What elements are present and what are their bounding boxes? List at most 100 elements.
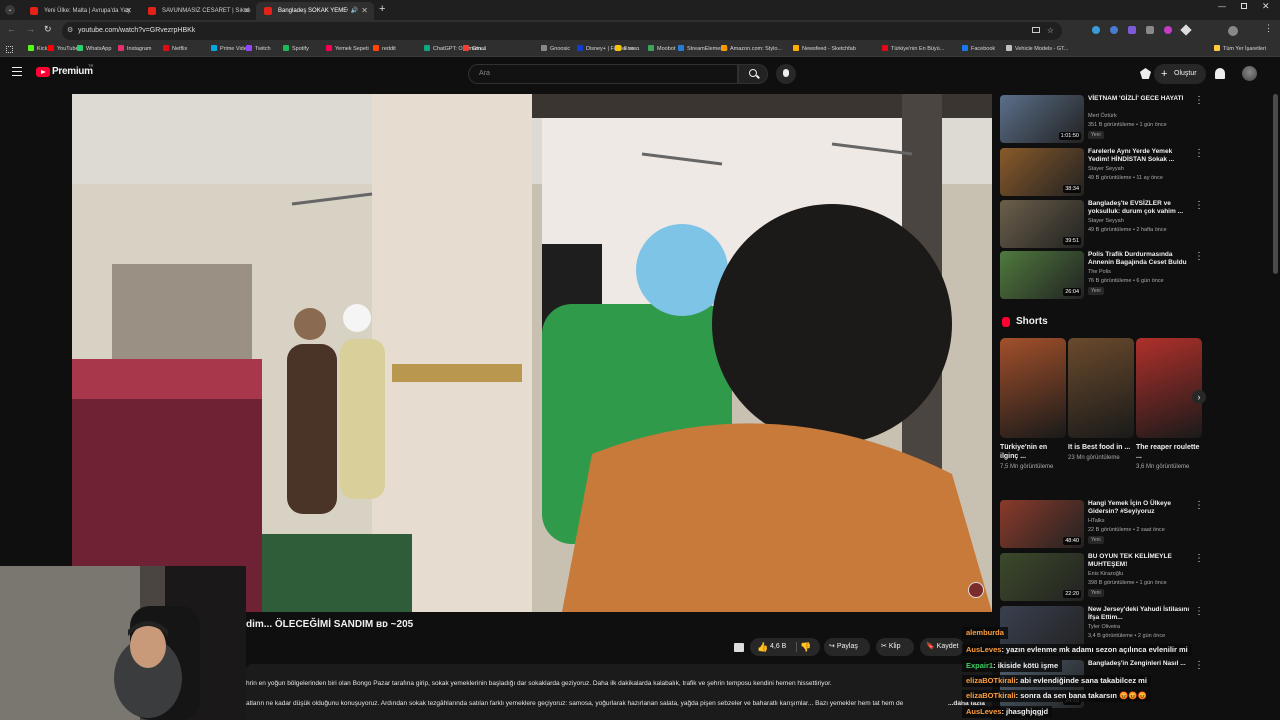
- short-item[interactable]: Türkiye'nin en ilginç ... 7,5 Mn görüntül…: [1000, 338, 1066, 471]
- close-tab-icon[interactable]: ✕: [125, 2, 132, 20]
- reload-icon[interactable]: ↻: [44, 24, 52, 35]
- more-actions-icon[interactable]: ⋮: [1194, 606, 1204, 617]
- extension-icon[interactable]: [1128, 26, 1136, 34]
- create-button[interactable]: + Oluştur: [1154, 64, 1206, 84]
- bookmark-item[interactable]: Moobot: [648, 45, 675, 52]
- channel-name[interactable]: Tyler Oliveira: [1088, 624, 1120, 630]
- video-title[interactable]: Bangladeş'te EVSİZLER ve yoksulluk: duru…: [1088, 200, 1192, 216]
- tab-savunmasiz[interactable]: SAVUNMASIZ CESARET | Sıkıdı ✕: [140, 2, 256, 20]
- cast-to-tv-icon[interactable]: [1140, 68, 1151, 79]
- recommended-video[interactable]: 26:04 Polis Trafik Durdurmasında Annenin …: [1000, 251, 1250, 299]
- tab-bangladesh[interactable]: Bangladeş SOKAK YEMEĞİ 🔊 ✕: [256, 2, 374, 20]
- browser-menu-icon[interactable]: ⋮: [1264, 23, 1273, 34]
- recommended-video[interactable]: 1:01:50 VİETNAM 'GİZLİ' GECE HAYATI Mert Ö…: [1000, 95, 1250, 143]
- video-thumbnail[interactable]: 1:01:50: [1000, 95, 1084, 143]
- video-title[interactable]: Hangi Yemek İçin O Ülkeye Gidersin? #Sey…: [1088, 500, 1192, 516]
- like-button[interactable]: 👍 4,6 B: [750, 638, 795, 656]
- bookmark-item[interactable]: Exxen: [615, 45, 639, 52]
- more-actions-icon[interactable]: ⋮: [1194, 251, 1204, 262]
- bookmark-item[interactable]: reddit: [373, 45, 396, 52]
- save-button[interactable]: 🔖 Kaydet: [920, 638, 964, 656]
- video-thumbnail[interactable]: 22:20: [1000, 553, 1084, 601]
- more-actions-icon[interactable]: ⋮: [1194, 500, 1204, 511]
- audio-playing-icon[interactable]: 🔊: [351, 2, 358, 20]
- bookmark-item[interactable]: Twitch: [246, 45, 271, 52]
- bookmark-item[interactable]: Kick: [28, 45, 47, 52]
- short-title[interactable]: Türkiye'nin en ilginç ...: [1000, 443, 1066, 461]
- bookmark-item[interactable]: Amazon.com: Stylo...: [721, 45, 782, 52]
- more-actions-icon[interactable]: ⋮: [1194, 660, 1204, 671]
- forward-icon[interactable]: →: [26, 24, 35, 34]
- extension-icon[interactable]: [1180, 24, 1192, 36]
- apps-icon[interactable]: [6, 46, 13, 53]
- bookmark-item[interactable]: WhatsApp: [77, 45, 111, 52]
- dislike-button[interactable]: 👎: [800, 638, 811, 656]
- bookmark-item[interactable]: Vehicle Models - GT...: [1006, 45, 1069, 52]
- tab-malta[interactable]: Yeni Ülke: Malta | Avrupa'da Yaş ✕: [22, 2, 138, 20]
- video-thumbnail[interactable]: 38:34: [1000, 148, 1084, 196]
- cast-icon[interactable]: [1032, 27, 1040, 33]
- search-button[interactable]: [738, 64, 768, 84]
- voice-search-button[interactable]: [776, 64, 796, 84]
- bookmark-item[interactable]: Spotify: [283, 45, 309, 52]
- video-thumbnail[interactable]: 48:40: [1000, 500, 1084, 548]
- bookmark-item[interactable]: Tüm Yer İşaretleri: [1214, 45, 1266, 52]
- profile-icon[interactable]: [1228, 26, 1238, 36]
- back-icon[interactable]: ←: [7, 24, 16, 34]
- more-actions-icon[interactable]: ⋮: [1194, 95, 1204, 106]
- more-actions-icon[interactable]: ⋮: [1194, 200, 1204, 211]
- close-tab-icon[interactable]: ✕: [361, 2, 368, 20]
- scrollbar-thumb[interactable]: [1273, 94, 1278, 274]
- channel-name[interactable]: The Polis: [1088, 269, 1111, 275]
- video-thumbnail[interactable]: 39:51: [1000, 200, 1084, 248]
- maximize-icon[interactable]: [1241, 3, 1247, 9]
- url-bar[interactable]: ⚙ youtube.com/watch?v=GRvezrpHBKk ☆: [62, 22, 1062, 40]
- share-button[interactable]: ↪ Paylaş: [824, 638, 870, 656]
- gift-icon[interactable]: [734, 643, 744, 652]
- close-window-icon[interactable]: ✕: [1262, 1, 1270, 12]
- video-title[interactable]: Polis Trafik Durdurmasında Annenin Bagaj…: [1088, 251, 1192, 267]
- channel-name[interactable]: Mert Öztürk: [1088, 113, 1117, 119]
- bookmark-item[interactable]: Türkiye'nin En Büyü...: [882, 45, 944, 52]
- bookmark-item[interactable]: YouTube: [48, 45, 79, 52]
- bookmark-item[interactable]: Netflix: [163, 45, 187, 52]
- more-actions-icon[interactable]: ⋮: [1194, 148, 1204, 159]
- notifications-bell-icon[interactable]: [1215, 68, 1225, 79]
- bookmark-item[interactable]: Newsfeed - Sketchfab: [793, 45, 856, 52]
- bookmark-item[interactable]: Yemek Sepeti: [326, 45, 369, 52]
- video-thumbnail[interactable]: 26:04: [1000, 251, 1084, 299]
- short-title[interactable]: It is Best food in ...: [1068, 443, 1134, 452]
- short-thumbnail[interactable]: [1000, 338, 1066, 438]
- video-title[interactable]: New Jersey'deki Yahudi İstilasını İfşa E…: [1088, 606, 1192, 622]
- short-item[interactable]: It is Best food in ... 23 Mn görüntüleme: [1068, 338, 1134, 462]
- bookmark-item[interactable]: Facebook: [962, 45, 995, 52]
- extension-icon[interactable]: [1164, 26, 1172, 34]
- search-input[interactable]: Ara: [468, 64, 738, 84]
- bookmark-item[interactable]: Gmail: [463, 45, 486, 52]
- recommended-video[interactable]: 22:20 BU OYUN TEK KELİMEYLE MUHTEŞEM! Enis…: [1000, 553, 1250, 601]
- recommended-video[interactable]: 38:34 Farelerle Aynı Yerde Yemek Yedim! H…: [1000, 148, 1250, 196]
- channel-name[interactable]: Enis Kirazoğlu: [1088, 571, 1123, 577]
- bookmark-item[interactable]: Instagram: [118, 45, 151, 52]
- channel-watermark-icon[interactable]: [968, 582, 984, 598]
- video-player[interactable]: [72, 94, 992, 612]
- extension-icon[interactable]: [1146, 26, 1154, 34]
- site-info-icon[interactable]: ⚙: [67, 22, 73, 40]
- bookmark-star-icon[interactable]: ☆: [1047, 22, 1054, 40]
- shorts-next-icon[interactable]: ›: [1192, 390, 1206, 404]
- clip-button[interactable]: ✂ Klip: [876, 638, 914, 656]
- new-tab-button[interactable]: +: [379, 3, 385, 15]
- extension-icon[interactable]: [1092, 26, 1100, 34]
- recommended-video[interactable]: 39:51 Bangladeş'te EVSİZLER ve yoksulluk:…: [1000, 200, 1250, 248]
- channel-name[interactable]: Stayer Seyyah: [1088, 218, 1124, 224]
- short-thumbnail[interactable]: [1068, 338, 1134, 438]
- tab-list-icon[interactable]: ⌄: [5, 5, 15, 15]
- short-thumbnail[interactable]: [1136, 338, 1202, 438]
- more-actions-icon[interactable]: ⋮: [1194, 553, 1204, 564]
- description-box[interactable]: hrin en yoğun bölgelerinden biri olan Bo…: [246, 664, 992, 720]
- short-title[interactable]: The reaper roulette ...: [1136, 443, 1202, 461]
- recommended-video[interactable]: 48:40 Hangi Yemek İçin O Ülkeye Gidersin?…: [1000, 500, 1250, 548]
- hamburger-menu-icon[interactable]: [12, 67, 22, 76]
- avatar[interactable]: [1242, 66, 1257, 81]
- channel-name[interactable]: Stayer Seyyah: [1088, 166, 1124, 172]
